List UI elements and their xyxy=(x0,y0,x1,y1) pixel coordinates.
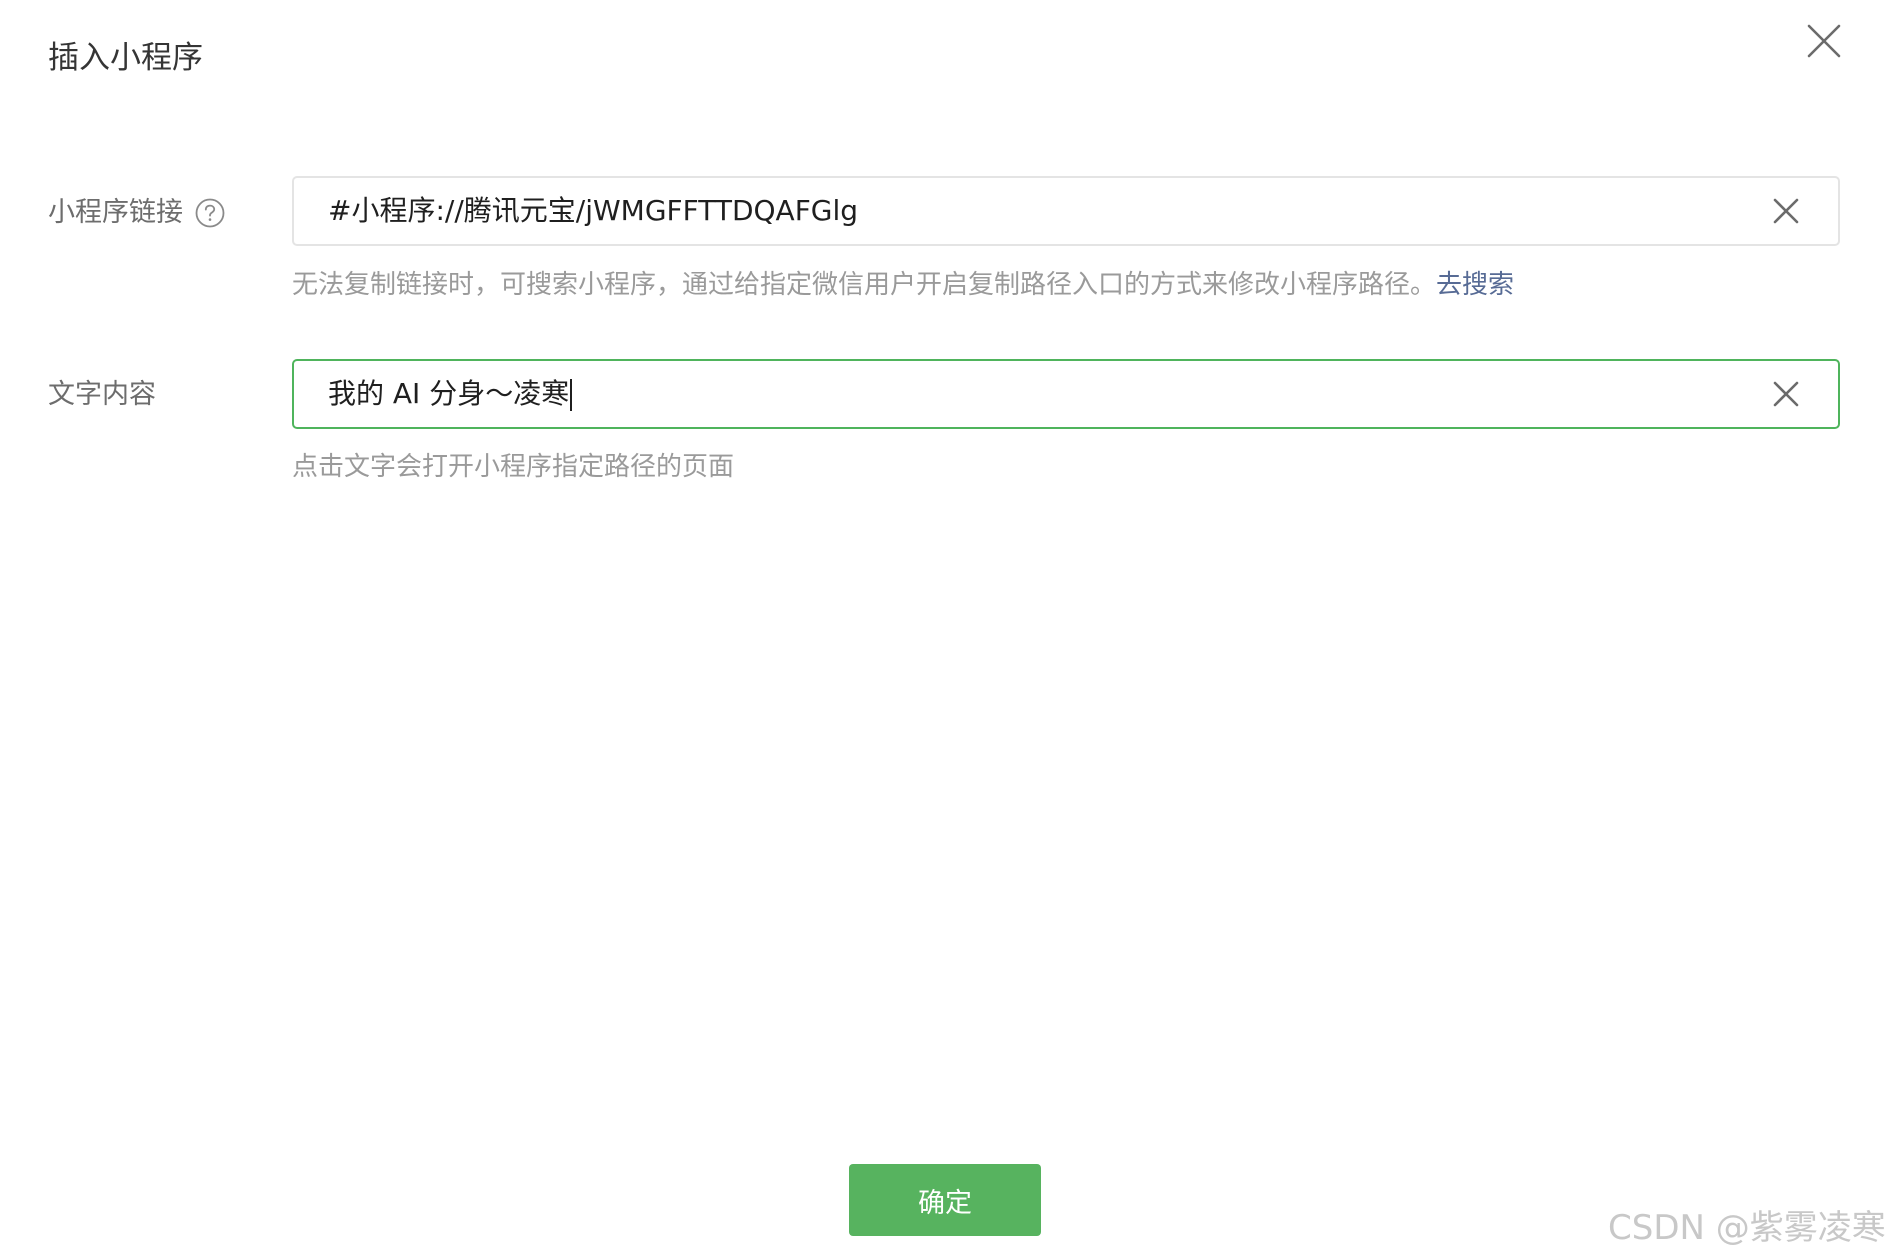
text-hint: 点击文字会打开小程序指定路径的页面 xyxy=(292,452,735,482)
text-input-value: 我的 AI 分身～凌寒 xyxy=(328,377,570,410)
text-clear-button[interactable] xyxy=(1770,378,1802,410)
text-field-label-row: 文字内容 xyxy=(48,377,156,413)
link-clear-button[interactable] xyxy=(1770,195,1802,227)
clear-icon xyxy=(1773,198,1799,224)
link-hint: 无法复制链接时，可搜索小程序，通过给指定微信用户开启复制路径入口的方式来修改小程… xyxy=(292,268,1514,302)
link-input[interactable]: #小程序://腾讯元宝/jWMGFFTTDQAFGlg xyxy=(328,193,1770,229)
close-icon xyxy=(1807,24,1841,58)
confirm-button[interactable]: 确定 xyxy=(849,1164,1041,1236)
link-field-label: 小程序链接 xyxy=(48,197,183,228)
clear-icon xyxy=(1773,381,1799,407)
text-input[interactable]: 我的 AI 分身～凌寒 xyxy=(328,376,1770,412)
text-field-label: 文字内容 xyxy=(48,379,156,410)
search-link[interactable]: 去搜索 xyxy=(1436,270,1514,300)
link-field-label-row: 小程序链接 xyxy=(48,195,225,231)
dialog-title: 插入小程序 xyxy=(48,40,203,76)
dialog-close-button[interactable] xyxy=(1806,23,1842,59)
watermark: CSDN @紫雾凌寒 xyxy=(1608,1208,1886,1248)
question-circle-icon[interactable] xyxy=(195,198,225,228)
text-caret xyxy=(570,379,573,411)
link-input-box[interactable]: #小程序://腾讯元宝/jWMGFFTTDQAFGlg xyxy=(292,176,1840,246)
insert-mini-program-dialog: 插入小程序 小程序链接 #小程序://腾讯元宝/jWMGFFTTDQAFGlg … xyxy=(0,0,1892,1260)
text-input-box[interactable]: 我的 AI 分身～凌寒 xyxy=(292,359,1840,429)
link-hint-text: 无法复制链接时，可搜索小程序，通过给指定微信用户开启复制路径入口的方式来修改小程… xyxy=(292,270,1437,300)
